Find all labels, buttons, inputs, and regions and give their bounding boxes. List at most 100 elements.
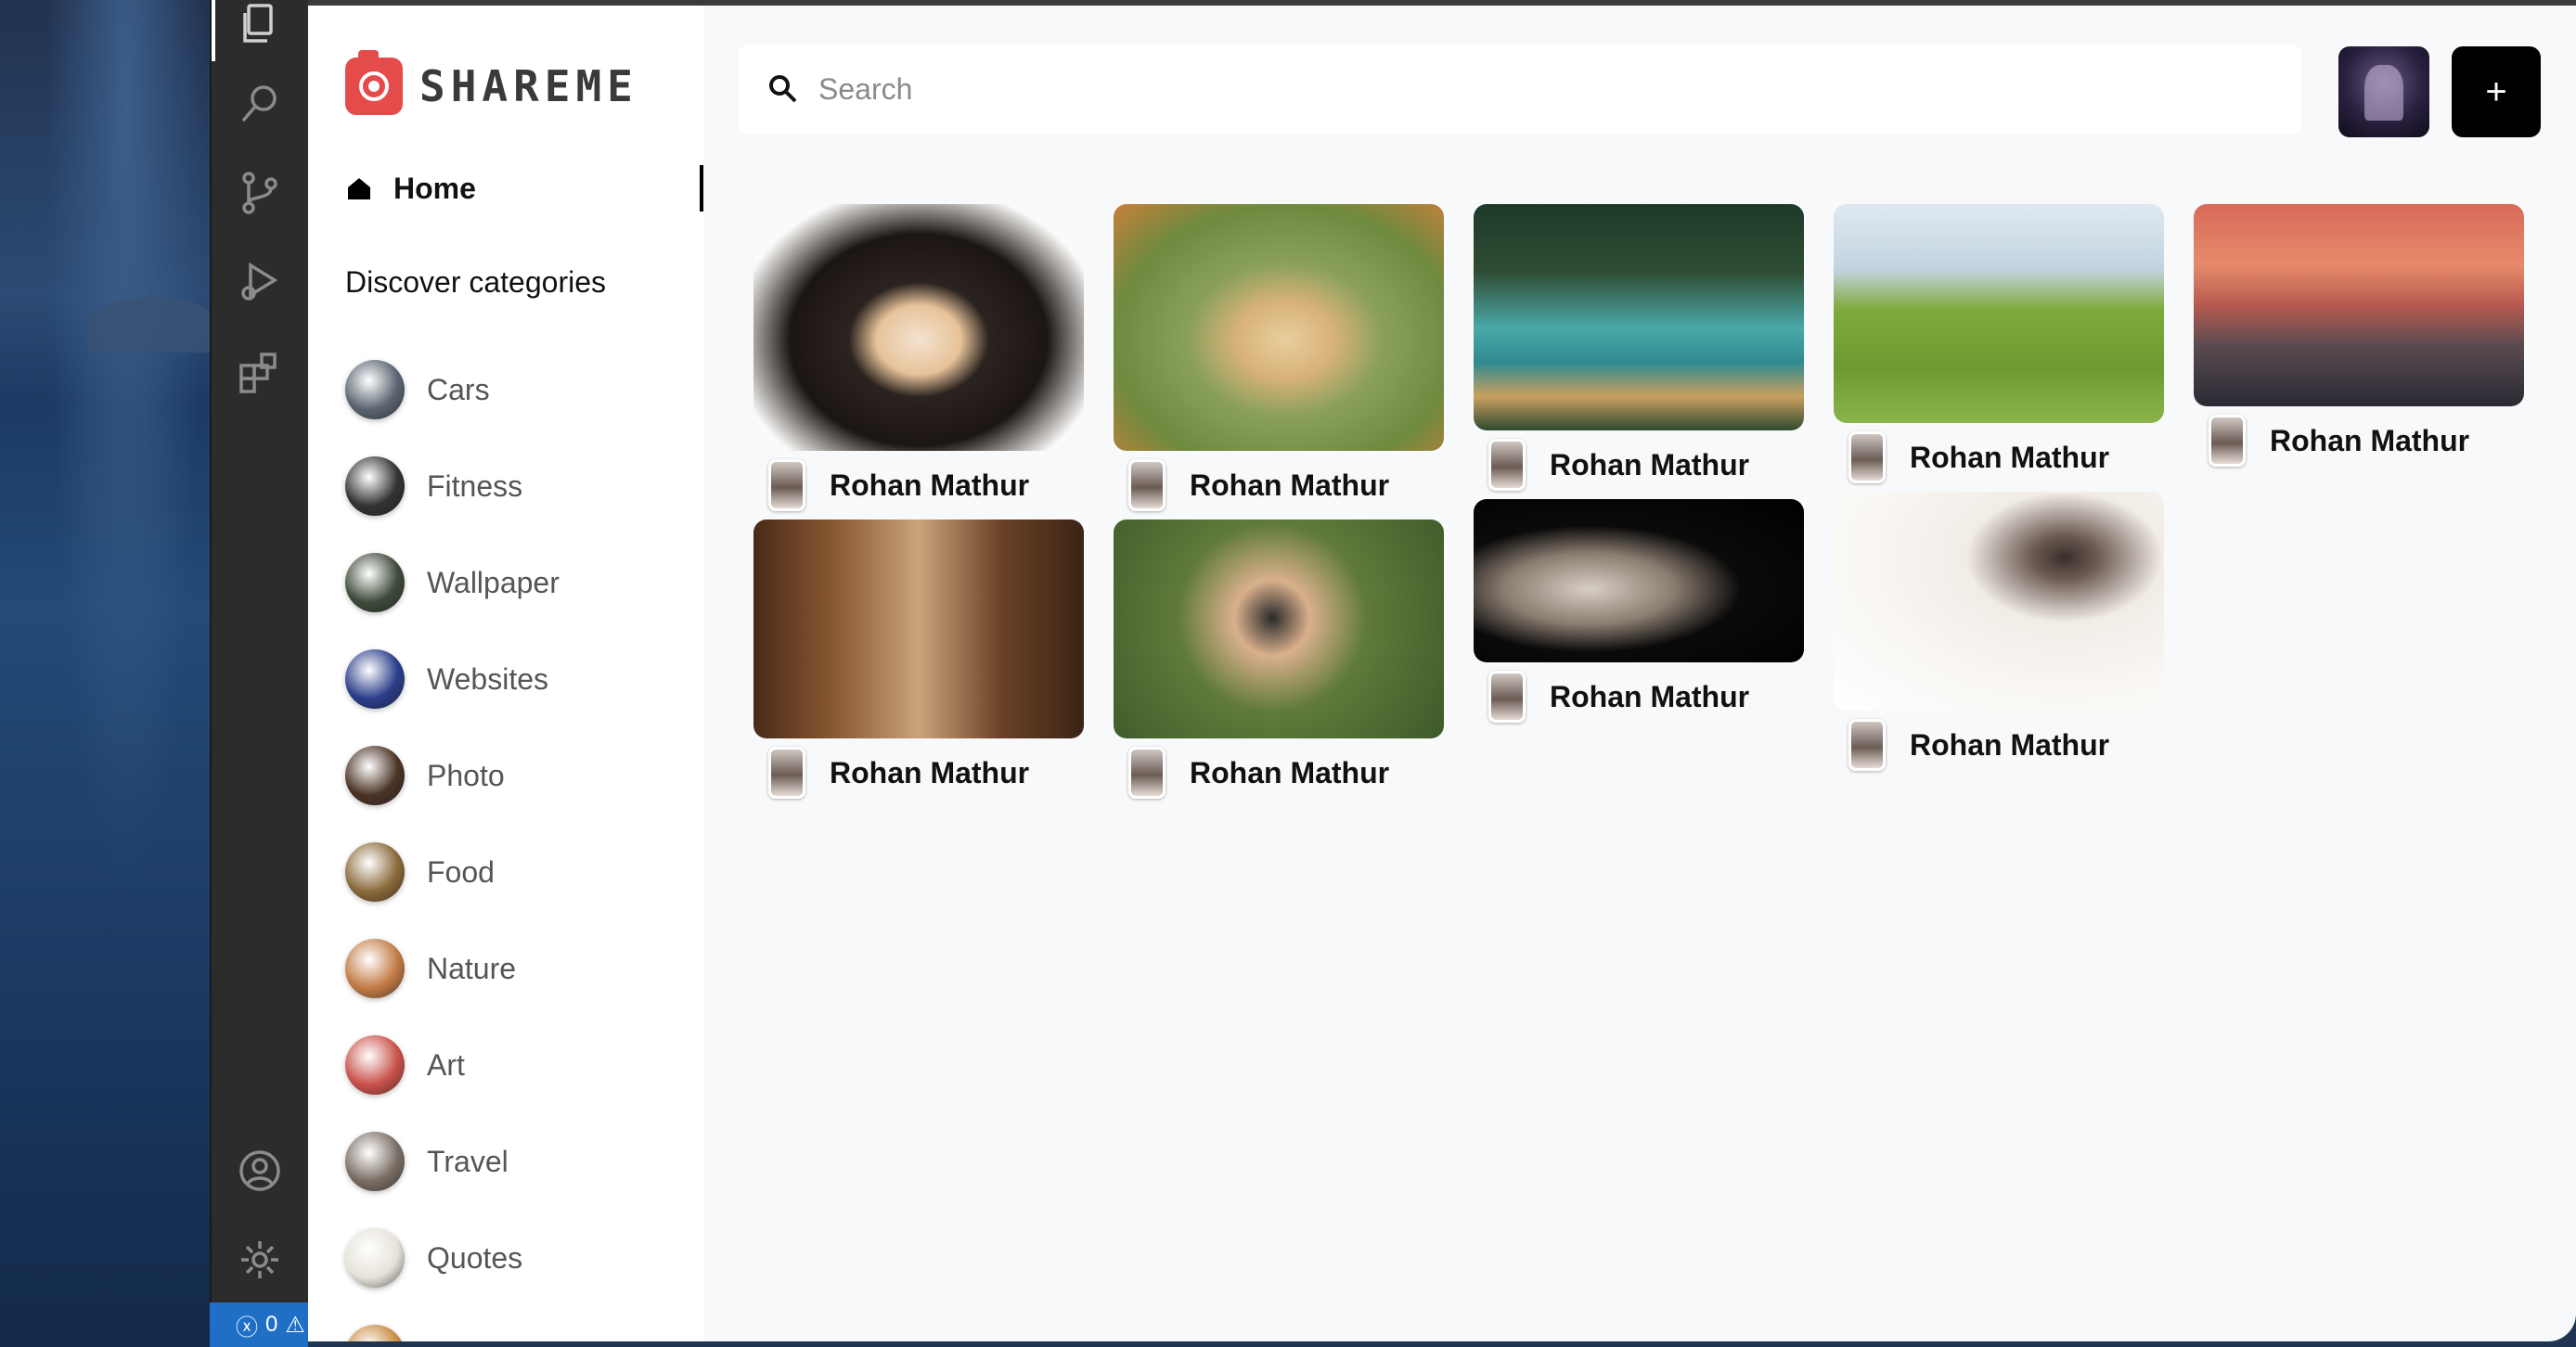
nav-home-label: Home [393,171,476,205]
status-bar[interactable]: ⓧ 0 ⚠ [210,1302,308,1347]
pin-image[interactable] [1114,520,1444,738]
author-name[interactable]: Rohan Mathur [1550,680,1749,714]
category-list: Cars Fitness Wallpaper Websites Photo Food Nat… [345,341,560,1341]
pin-card[interactable]: Rohan Mathur [1474,499,1804,731]
author-avatar[interactable] [1128,747,1166,799]
pin-card[interactable]: Rohan Mathur [753,520,1084,807]
author-avatar[interactable] [2209,415,2246,467]
activity-bar [210,0,308,1302]
category-label: Fitness [427,468,523,503]
pin-image[interactable] [1114,204,1444,451]
pin-image[interactable] [1834,492,2164,711]
category-item[interactable]: Travel [345,1113,560,1210]
author-name[interactable]: Rohan Mathur [1190,756,1389,790]
category-thumbnail [345,1035,405,1095]
pin-author[interactable]: Rohan Mathur [753,451,1084,520]
category-label: Art [427,1047,465,1082]
pin-author[interactable]: Rohan Mathur [1114,738,1444,807]
author-avatar[interactable] [1488,439,1526,491]
category-item[interactable]: Websites [345,631,560,727]
category-thumbnail [345,746,405,805]
category-thumbnail [345,360,405,419]
author-name[interactable]: Rohan Mathur [1550,448,1749,482]
account-icon[interactable] [230,1141,290,1200]
search-icon [769,75,797,103]
nav-home[interactable]: Home [345,165,703,212]
category-item[interactable]: Wallpaper [345,534,560,631]
logo[interactable]: SHAREME [345,50,638,115]
explorer-icon[interactable] [230,0,290,54]
shareme-app-window: SHAREME Home Discover categories Cars Fit… [308,0,2576,1341]
category-label: Websites [427,661,549,696]
active-indicator [212,0,215,61]
category-thumbnail [345,1132,405,1191]
author-name[interactable]: Rohan Mathur [1910,441,2109,475]
pin-card[interactable]: Rohan Mathur [1834,204,2164,492]
category-label: Travel [427,1144,509,1178]
home-icon [348,178,370,199]
author-name[interactable]: Rohan Mathur [2270,424,2469,458]
pin-column: Rohan Mathur Rohan Mathur [753,204,1084,807]
pin-card[interactable]: Rohan Mathur [1834,492,2164,779]
pin-author[interactable]: Rohan Mathur [1834,423,2164,492]
category-thumbnail [345,649,405,709]
user-avatar-button[interactable] [2338,46,2429,137]
source-control-icon[interactable] [230,163,290,223]
sidebar: SHAREME Home Discover categories Cars Fit… [308,6,703,1341]
author-avatar[interactable] [1488,671,1526,723]
pin-image[interactable] [753,204,1084,451]
author-name[interactable]: Rohan Mathur [1190,468,1389,503]
search-icon[interactable] [230,74,290,134]
pin-card[interactable]: Rohan Mathur [1114,520,1444,807]
category-item[interactable]: Cats [345,1306,560,1341]
category-item[interactable]: Cars [345,341,560,438]
pin-card[interactable]: Rohan Mathur [2194,204,2524,475]
category-thumbnail [345,553,405,612]
run-debug-icon[interactable] [230,252,290,312]
pin-card[interactable]: Rohan Mathur [1114,204,1444,520]
pin-author[interactable]: Rohan Mathur [1114,451,1444,520]
category-thumbnail [345,939,405,998]
category-item[interactable]: Art [345,1017,560,1113]
discover-categories-heading: Discover categories [345,265,606,299]
pin-image[interactable] [2194,204,2524,406]
pin-card[interactable]: Rohan Mathur [753,204,1084,520]
author-avatar[interactable] [1128,459,1166,511]
category-item[interactable]: Photo [345,727,560,824]
category-label: Photo [427,758,505,792]
author-avatar[interactable] [1848,719,1886,771]
category-item[interactable]: Quotes [345,1210,560,1306]
pin-image[interactable] [1834,204,2164,423]
author-avatar[interactable] [768,459,805,511]
pin-column: Rohan Mathur Rohan Mathur [1114,204,1444,807]
search-bar[interactable] [739,45,2301,134]
author-name[interactable]: Rohan Mathur [1910,728,2109,763]
pin-author[interactable]: Rohan Mathur [2194,406,2524,475]
author-avatar[interactable] [768,747,805,799]
settings-gear-icon[interactable] [230,1230,290,1289]
category-item[interactable]: Fitness [345,438,560,534]
pin-author[interactable]: Rohan Mathur [1834,711,2164,779]
pin-column: Rohan Mathur Rohan Mathur [1474,204,1804,731]
camera-logo-icon [345,50,403,115]
desktop-wallpaper [0,0,218,1347]
extensions-icon[interactable] [230,343,290,403]
pin-author[interactable]: Rohan Mathur [753,738,1084,807]
author-name[interactable]: Rohan Mathur [830,468,1029,503]
category-label: Food [427,854,495,889]
pin-image[interactable] [753,520,1084,738]
category-item[interactable]: Food [345,824,560,920]
pin-author[interactable]: Rohan Mathur [1474,430,1804,499]
search-input[interactable] [818,71,2210,107]
pin-image[interactable] [1474,499,1804,662]
category-item[interactable]: Nature [345,920,560,1017]
author-name[interactable]: Rohan Mathur [830,756,1029,790]
pin-card[interactable]: Rohan Mathur [1474,204,1804,499]
add-pin-button[interactable]: + [2452,46,2541,137]
author-avatar[interactable] [1848,431,1886,483]
error-icon: ⓧ [236,1315,258,1341]
main-feed: + Rohan MathurRohan MathurRohan MathurRo… [703,6,2576,1341]
pin-author[interactable]: Rohan Mathur [1474,662,1804,731]
pin-image[interactable] [1474,204,1804,430]
wallpaper-island [88,297,218,353]
